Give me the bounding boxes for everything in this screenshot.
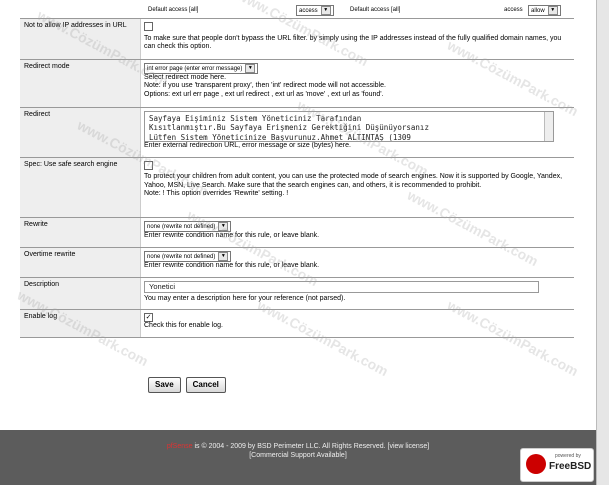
default-access-right: Default access [all] <box>350 7 401 13</box>
footer-brand-link[interactable]: pfSense <box>167 443 193 450</box>
label-description: Description <box>20 277 141 310</box>
label-safe-search: Spec: Use safe search engine <box>20 157 141 218</box>
label-redirect-mode: Redirect mode <box>20 59 141 108</box>
acl-default-row: Default access [all] access ▼ Default acc… <box>20 0 574 19</box>
footer-copyright: is © 2004 - 2009 by BSD Perimeter LLC. A… <box>192 443 430 450</box>
enable-log-checkbox[interactable]: ✓ <box>144 312 153 322</box>
chevron-down-icon: ▼ <box>218 251 229 261</box>
label-rewrite: Rewrite <box>20 217 141 248</box>
row-overtime-rewrite: Overtime rewrite none (rewrite not defin… <box>20 247 574 278</box>
textarea-scrollbar[interactable] <box>544 111 553 141</box>
enable-log-desc: Check this for enable log. <box>144 322 223 329</box>
row-enable-log: Enable log ✓ Check this for enable log. <box>20 309 574 338</box>
freebsd-name: FreeBSD <box>549 461 592 472</box>
row-no-ip: Not to allow IP addresses in URL To make… <box>20 19 574 60</box>
label-redirect: Redirect <box>20 107 141 158</box>
row-redirect: Redirect Sayfaya Eişiminiz Sistem Yöneti… <box>20 107 574 158</box>
redirect-mode-desc-2: Note: if you use 'transparent proxy', th… <box>144 82 386 89</box>
access-select-left[interactable]: access ▼ <box>296 5 334 16</box>
footer-support-link[interactable]: [Commercial Support Available] <box>0 452 596 459</box>
freebsd-badge: powered by FreeBSD <box>520 448 594 482</box>
chevron-down-icon: ▼ <box>245 63 256 73</box>
cancel-button[interactable]: Cancel <box>185 377 226 393</box>
footer: pfSense is © 2004 - 2009 by BSD Perimete… <box>0 430 596 485</box>
no-ip-checkbox[interactable] <box>144 22 153 31</box>
description-input[interactable]: Yonetici <box>144 280 539 293</box>
label-no-ip: Not to allow IP addresses in URL <box>20 19 141 60</box>
safe-search-note: Note: ! This option overrides 'Rewrite' … <box>144 190 289 197</box>
label-enable-log: Enable log <box>20 309 141 338</box>
chevron-down-icon: ▼ <box>218 221 229 231</box>
freebsd-powered-text: powered by <box>555 453 581 459</box>
chevron-down-icon: ▼ <box>320 6 331 15</box>
row-rewrite: Rewrite none (rewrite not defined) ▼ Ente… <box>20 217 574 248</box>
overtime-rewrite-desc: Enter rewrite condition name for this ru… <box>144 261 320 269</box>
redirect-mode-desc-1: Select redirect mode here. <box>144 73 227 81</box>
redirect-text-line-1: Sayfaya Eişiminiz Sistem Yöneticiniz Tar… <box>149 113 362 123</box>
default-access-left: Default access [all] <box>148 7 199 13</box>
page: Default access [all] access ▼ Default acc… <box>0 0 596 485</box>
save-button[interactable]: Save <box>148 377 181 393</box>
redirect-mode-desc-3: Options: ext url err page , ext url redi… <box>144 90 384 98</box>
label-overtime-rewrite: Overtime rewrite <box>20 247 141 278</box>
redirect-desc: Enter external redirection URL, error me… <box>144 141 351 149</box>
overtime-rewrite-select[interactable]: none (rewrite not defined) ▼ <box>144 250 232 262</box>
settings-table: Not to allow IP addresses in URL To make… <box>20 19 574 338</box>
redirect-textarea[interactable]: Sayfaya Eişiminiz Sistem Yöneticiniz Tar… <box>144 110 554 142</box>
row-redirect-mode: Redirect mode int error page (enter erro… <box>20 59 574 108</box>
description-desc: You may enter a description here for you… <box>144 294 346 302</box>
access-label-right: access <box>504 7 523 13</box>
no-ip-desc: To make sure that people don't bypass th… <box>144 34 562 51</box>
form-buttons: Save Cancel <box>148 377 229 393</box>
safe-search-desc: To protect your children from adult cont… <box>144 173 563 189</box>
redirect-text-line-3: Lütfen Sistem Yöneticinize Başvurunuz.Ah… <box>149 132 411 142</box>
window-scrollbar[interactable] <box>596 0 609 485</box>
safe-search-checkbox[interactable] <box>144 160 153 170</box>
allow-select-right[interactable]: allow ▼ <box>528 5 561 16</box>
freebsd-logo-icon <box>526 454 546 474</box>
row-description: Description Yonetici You may enter a des… <box>20 277 574 310</box>
form-container: Default access [all] access ▼ Default acc… <box>20 0 574 338</box>
redirect-text-line-2: Kısıtlanmıştır.Bu Sayfaya Erişmeniz Gere… <box>149 123 429 132</box>
row-safe-search: Spec: Use safe search engine To protect … <box>20 157 574 218</box>
rewrite-desc: Enter rewrite condition name for this ru… <box>144 231 320 239</box>
chevron-down-icon: ▼ <box>547 6 558 15</box>
rewrite-select[interactable]: none (rewrite not defined) ▼ <box>144 220 232 232</box>
redirect-mode-select[interactable]: int error page (enter error message) ▼ <box>144 62 259 74</box>
